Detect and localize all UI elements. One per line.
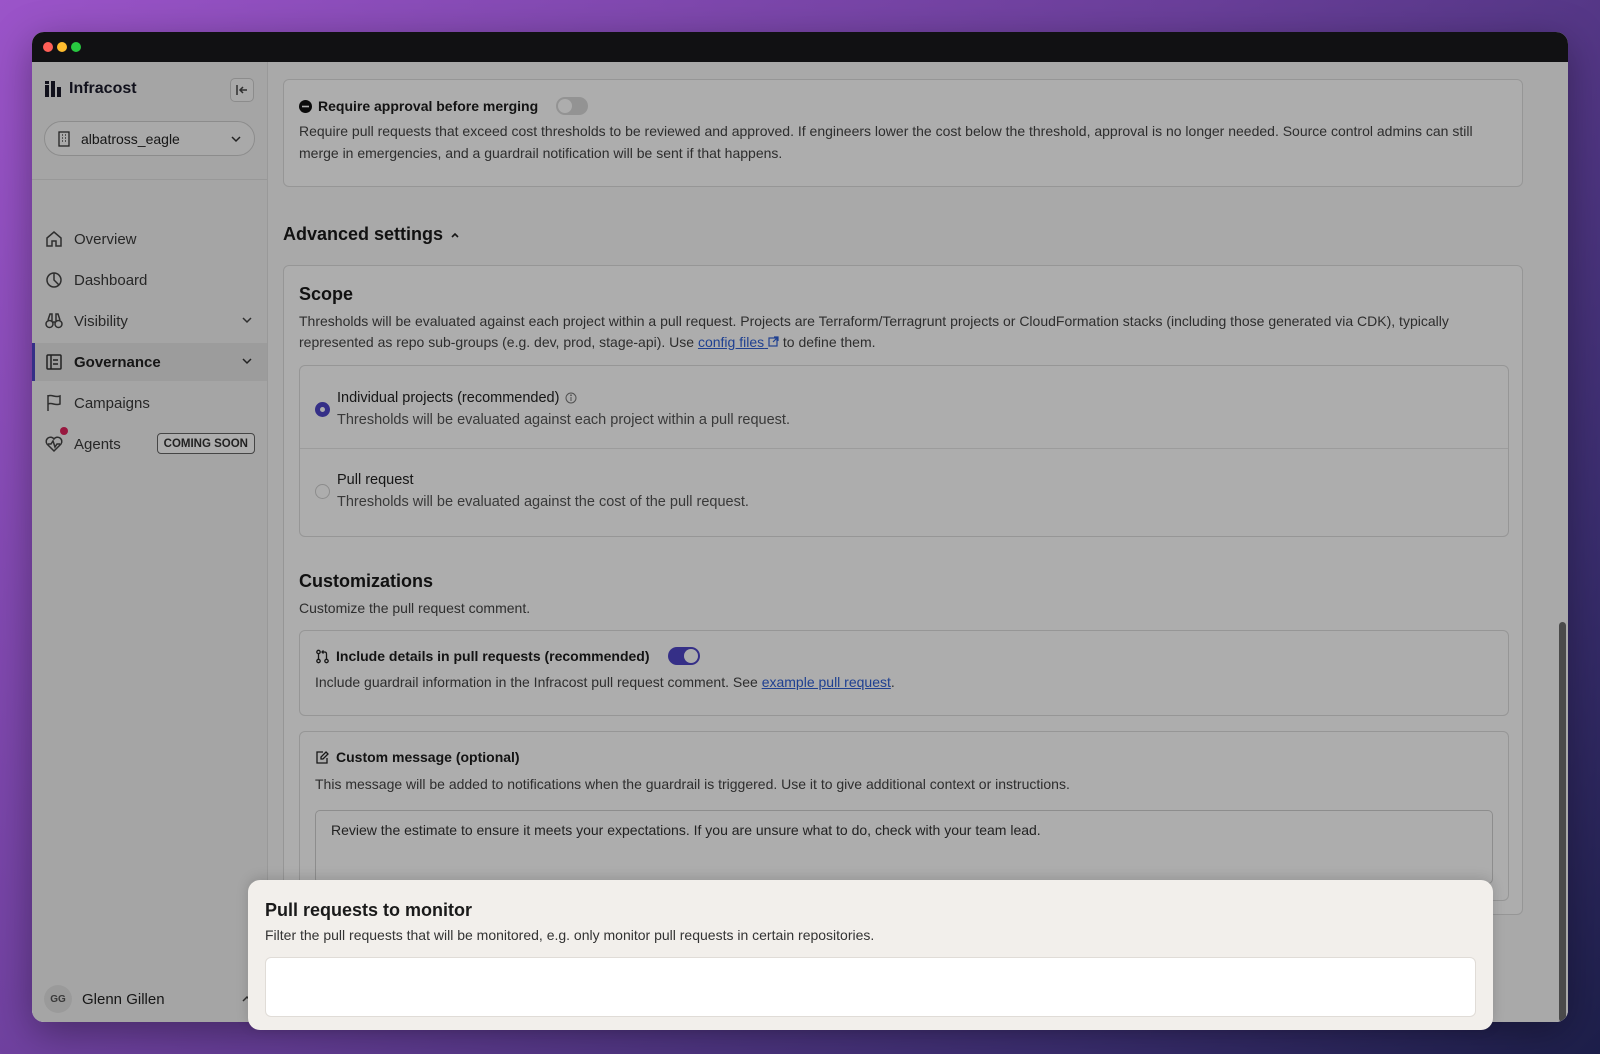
title-bar [32, 32, 1568, 62]
app-window: Infracost albatross_eagle Overview Dashb… [32, 32, 1568, 1022]
monitor-filter-panel[interactable] [265, 957, 1476, 1017]
monitor-title: Pull requests to monitor [265, 900, 473, 920]
maximize-window-button[interactable] [71, 42, 81, 52]
monitor-card: Pull requests to monitor Filter the pull… [248, 880, 1493, 1030]
modal-backdrop [32, 62, 1568, 1022]
monitor-description: Filter the pull requests that will be mo… [265, 927, 875, 943]
close-window-button[interactable] [43, 42, 53, 52]
minimize-window-button[interactable] [57, 42, 67, 52]
